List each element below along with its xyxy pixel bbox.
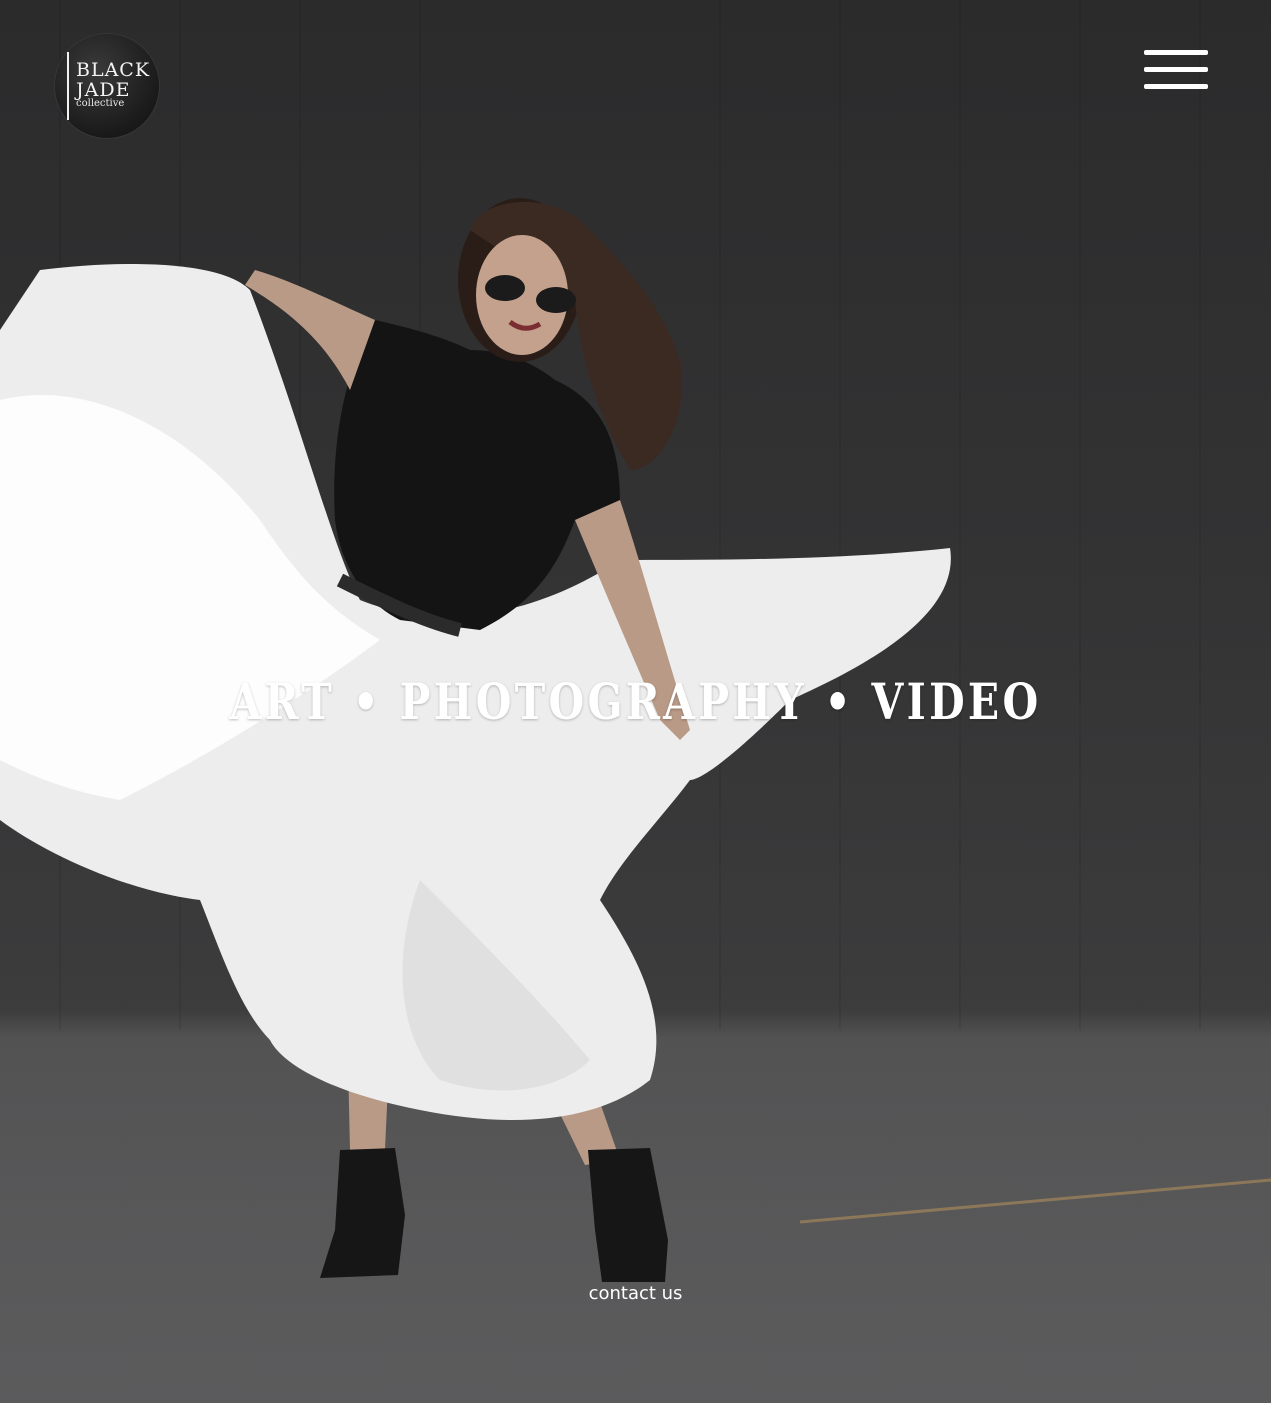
menu-bar-bottom (1144, 84, 1208, 89)
logo-divider (67, 52, 69, 120)
hero-tagline: ART • PHOTOGRAPHY • VIDEO (229, 672, 1042, 731)
menu-bar-top (1144, 50, 1208, 55)
contact-us-label: contact us (588, 1283, 683, 1304)
contact-us-link[interactable]: contact us (0, 1283, 1271, 1304)
menu-bar-middle (1144, 67, 1208, 72)
logo-text-collective: collective (76, 98, 125, 109)
brand-logo[interactable]: BLACK JADE collective (55, 34, 159, 138)
hamburger-menu-icon[interactable] (1144, 48, 1208, 92)
logo-text-black: BLACK (76, 59, 151, 81)
